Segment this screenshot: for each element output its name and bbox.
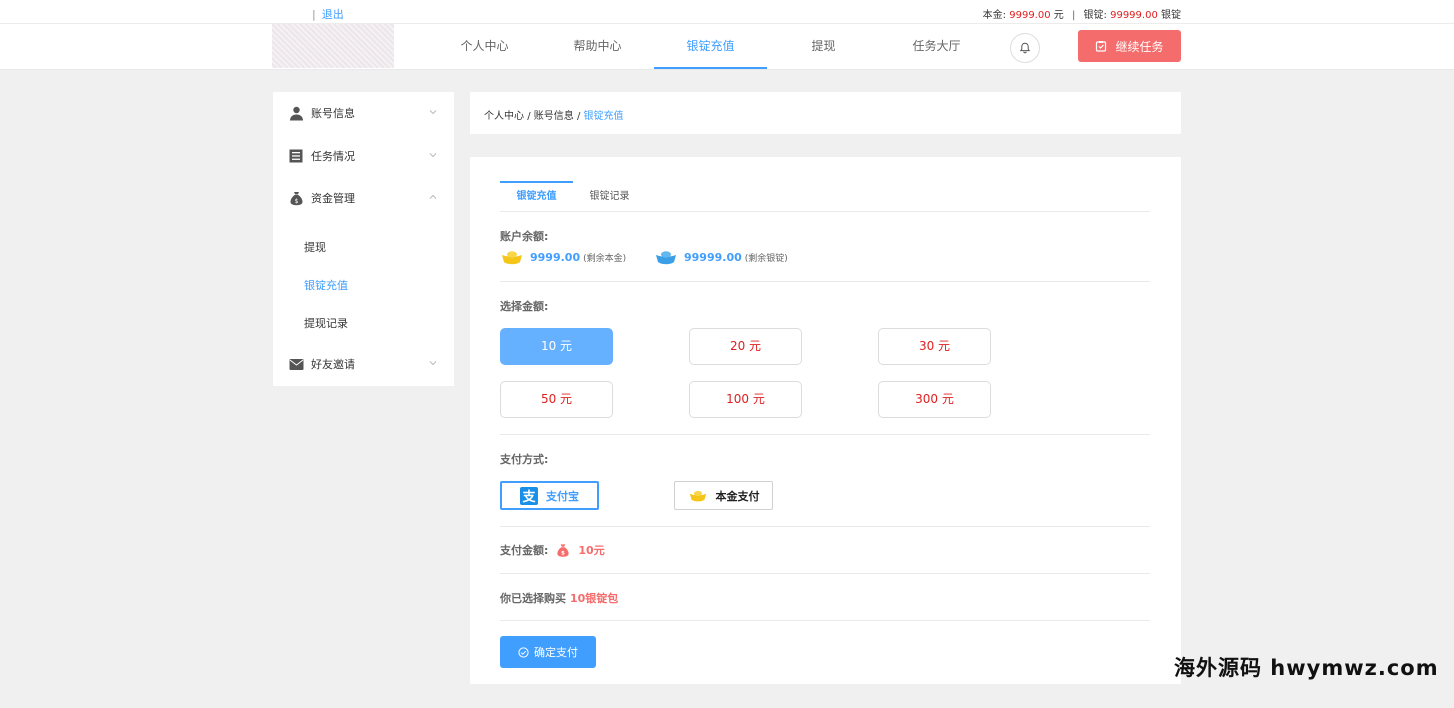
- watermark-text: 海外源码 hwymwz.com: [1174, 656, 1439, 680]
- principal-value: 9999.00: [1009, 10, 1051, 21]
- amount-option-30[interactable]: 30 元: [878, 328, 991, 365]
- money-bag-icon: $: [557, 543, 570, 557]
- breadcrumb-personal-center[interactable]: 个人中心: [484, 111, 524, 122]
- chevron-down-icon: [429, 153, 437, 158]
- top-strip: | 退出 本金: 9999.00 元 | 银锭: 99999.00 银锭: [0, 0, 1454, 24]
- logout-link[interactable]: 退出: [322, 8, 344, 21]
- paid-amount-value: 10元: [578, 544, 605, 557]
- silver-balance: 99999.00 (剩余银锭): [654, 249, 788, 265]
- sidebar-sub-withdraw[interactable]: 提现: [273, 232, 454, 264]
- silver-unit: 银锭: [1161, 10, 1181, 21]
- amount-option-20[interactable]: 20 元: [689, 328, 802, 365]
- tab-silver-recharge[interactable]: 银锭充值: [500, 181, 573, 212]
- topbar-separator: |: [312, 8, 316, 21]
- balance-label: 账户余额:: [500, 230, 549, 243]
- nav-personal-center[interactable]: 个人中心: [428, 24, 541, 69]
- continue-task-button[interactable]: 继续任务: [1078, 30, 1181, 62]
- sidebar-item-invite[interactable]: 好友邀请: [273, 344, 454, 384]
- sidebar-sub-silver-recharge[interactable]: 银锭充值: [273, 270, 454, 302]
- selection-label: 你已选择购买: [500, 592, 566, 605]
- notification-button[interactable]: [1010, 33, 1040, 63]
- nav-withdraw[interactable]: 提现: [767, 24, 880, 69]
- nav-silver-recharge[interactable]: 银锭充值: [654, 24, 767, 69]
- pay-wallet-option[interactable]: 本金支付: [674, 481, 773, 510]
- silver-amount: 99999.00: [684, 250, 742, 264]
- svg-text:$: $: [294, 198, 298, 205]
- site-logo[interactable]: [272, 24, 394, 68]
- silver-note: (剩余银锭): [744, 253, 788, 264]
- recharge-panel: 银锭充值 银锭记录 账户余额: 9999.00 (剩余本金) 99999.00 …: [470, 157, 1181, 684]
- sidebar-item-funds[interactable]: $ 资金管理: [273, 178, 454, 218]
- paid-amount-label: 支付金额:: [500, 544, 549, 557]
- sidebar-sub-withdraw-records[interactable]: 提现记录: [273, 308, 454, 340]
- continue-task-label: 继续任务: [1115, 39, 1164, 54]
- pay-wallet-label: 本金支付: [715, 489, 760, 503]
- silver-ingot-icon: [656, 251, 676, 265]
- payment-label: 支付方式:: [500, 453, 549, 466]
- sidebar-item-tasks[interactable]: 任务情况: [273, 136, 454, 176]
- sidebar-item-label: 任务情况: [311, 150, 355, 163]
- amount-option-50[interactable]: 50 元: [500, 381, 613, 418]
- amount-option-10[interactable]: 10 元: [500, 328, 613, 365]
- paid-amount-row: 支付金额: $ 10元: [500, 542, 605, 558]
- check-circle-icon: [518, 646, 529, 658]
- selection-summary: 你已选择购买 10银锭包: [500, 590, 618, 606]
- alipay-icon: 支: [520, 486, 538, 505]
- principal-label: 本金:: [982, 10, 1007, 21]
- sidebar-item-label: 资金管理: [311, 192, 355, 205]
- list-icon: [288, 148, 304, 164]
- gold-amount: 9999.00: [530, 250, 581, 264]
- amount-option-300[interactable]: 300 元: [878, 381, 991, 418]
- breadcrumb-account-info[interactable]: 账号信息: [534, 111, 574, 122]
- chevron-up-icon: [429, 194, 437, 199]
- chevron-down-icon: [429, 110, 437, 115]
- recharge-tabs: 银锭充值 银锭记录: [500, 181, 1150, 212]
- envelope-icon: [288, 356, 304, 372]
- gold-balance: 9999.00 (剩余本金): [500, 249, 626, 265]
- pay-alipay-label: 支付宝: [546, 489, 579, 503]
- balance-summary: 本金: 9999.00 元 | 银锭: 99999.00 银锭: [982, 10, 1181, 21]
- sidebar: 账号信息 任务情况 $ 资金管理 提现 银锭充值 提现记录 好友邀请: [273, 92, 454, 386]
- money-bag-icon: $: [288, 190, 304, 206]
- user-icon: [288, 105, 304, 121]
- nav-task-hall[interactable]: 任务大厅: [880, 24, 993, 69]
- gold-ingot-icon: [502, 251, 522, 265]
- sidebar-item-label: 账号信息: [311, 107, 355, 120]
- silver-value: 99999.00: [1110, 10, 1158, 21]
- svg-text:支: 支: [521, 489, 536, 505]
- clipboard-icon: [1096, 41, 1107, 52]
- breadcrumb: 个人中心 / 账号信息 / 银锭充值: [470, 92, 1181, 134]
- svg-text:$: $: [561, 550, 565, 556]
- pay-alipay-option[interactable]: 支 支付宝: [500, 481, 599, 510]
- gold-ingot-icon: [689, 490, 706, 502]
- main-nav: 个人中心 帮助中心 银锭充值 提现 任务大厅: [428, 24, 993, 69]
- tab-silver-records[interactable]: 银锭记录: [573, 181, 646, 212]
- confirm-payment-button[interactable]: 确定支付: [500, 636, 596, 668]
- principal-unit: 元: [1053, 10, 1064, 21]
- bell-icon: [1019, 42, 1031, 54]
- amount-option-100[interactable]: 100 元: [689, 381, 802, 418]
- main-header: 个人中心 帮助中心 银锭充值 提现 任务大厅 继续任务: [0, 24, 1454, 70]
- gold-note: (剩余本金): [583, 253, 627, 264]
- amount-label: 选择金额:: [500, 300, 549, 313]
- sidebar-item-account[interactable]: 账号信息: [273, 93, 454, 133]
- topbar-left: | 退出: [312, 6, 344, 22]
- breadcrumb-current: 银锭充值: [583, 111, 624, 122]
- selection-value: 10银锭包: [570, 592, 619, 605]
- chevron-down-icon: [429, 361, 437, 366]
- silver-label: 银锭:: [1083, 10, 1107, 21]
- sidebar-item-label: 好友邀请: [311, 358, 355, 371]
- nav-help-center[interactable]: 帮助中心: [541, 24, 654, 69]
- confirm-payment-label: 确定支付: [534, 646, 578, 659]
